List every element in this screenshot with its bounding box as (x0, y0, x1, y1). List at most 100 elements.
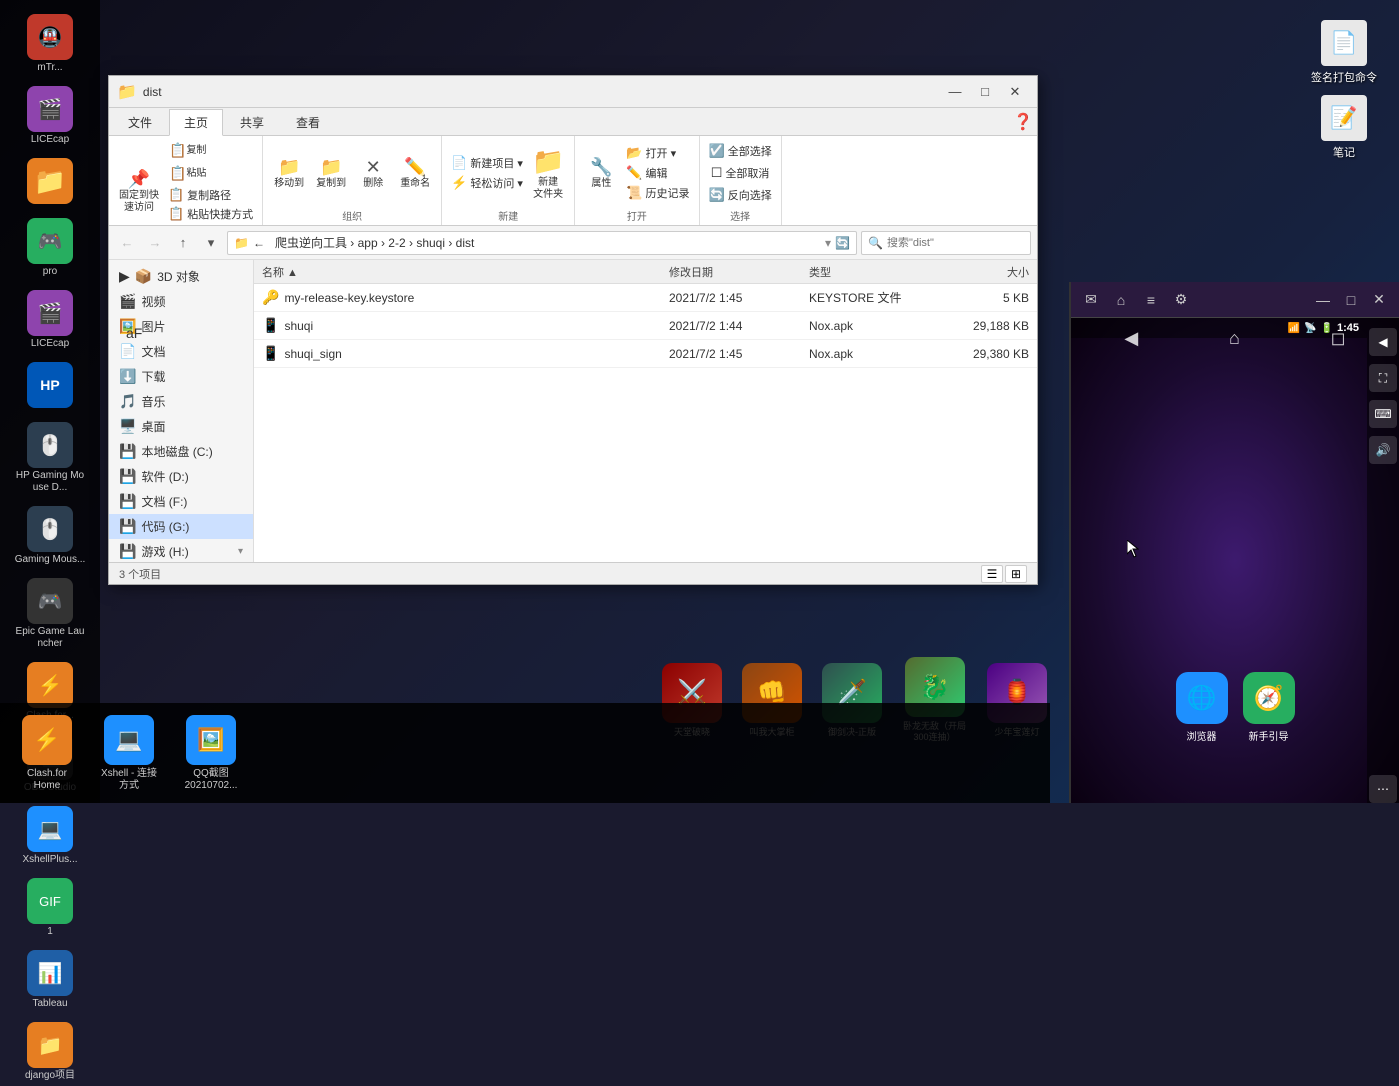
easy-access-button[interactable]: ⚡ 轻松访问 ▾ (448, 174, 526, 192)
delete-button[interactable]: ✕ 删除 (353, 155, 393, 192)
shuqi-type: Nox.apk (809, 319, 929, 333)
nox-close-button[interactable]: ✕ (1367, 288, 1391, 312)
file-row-keystore[interactable]: 🔑 my-release-key.keystore 2021/7/2 1:45 … (254, 284, 1037, 312)
taskbar-icon-gaming2[interactable]: 🖱️ Gaming Mous... (10, 502, 90, 570)
copy-to-button[interactable]: 📁 复制到 (311, 155, 351, 192)
desktop-icon-notes[interactable]: 📝 笔记 (1309, 95, 1379, 160)
taskbar-icon-tableau[interactable]: 📊 Tableau (10, 946, 90, 1014)
address-path[interactable]: 📁 ← 爬虫逆向工具 › app › 2-2 › shuqi › dist ▾ … (227, 231, 857, 255)
taskbar-icon-folder1[interactable]: 📁 (10, 154, 90, 210)
nox-more-button[interactable]: ⋯ (1369, 775, 1397, 803)
taskbar-icon-gif[interactable]: GIF 1 (10, 874, 90, 942)
sidebar-item-local-c[interactable]: 💾 本地磁盘 (C:) (109, 439, 253, 464)
taskbar-icon-licecap1[interactable]: 🎬 LICEcap (10, 82, 90, 150)
nox-app-browser[interactable]: 🌐 浏览器 (1176, 672, 1228, 743)
status-text: 3 个项目 (119, 566, 161, 582)
nox-minimize-button[interactable]: — (1311, 288, 1335, 312)
sidebar-item-code-g[interactable]: 💾 代码 (G:) (109, 514, 253, 539)
taskbar-icon-django[interactable]: 📁 django项目 (10, 1018, 90, 1086)
col-name[interactable]: 名称 ▲ (262, 264, 669, 280)
nox-right-sidebar: ◀ ⛶ ⌨ 🔊 ⋯ (1367, 318, 1399, 803)
new-folder-button[interactable]: 📁 新建文件夹 (528, 144, 568, 203)
tab-home[interactable]: 主页 (169, 109, 223, 136)
close-button[interactable]: ✕ (1001, 81, 1029, 103)
taskbar-icon-licecap2[interactable]: 🎬 LICEcap (10, 286, 90, 354)
file-row-shuqi[interactable]: 📱 shuqi 2021/7/2 1:44 Nox.apk 29,188 KB (254, 312, 1037, 340)
tab-file[interactable]: 文件 (113, 109, 167, 135)
taskbar-icon-hp[interactable]: HP (10, 358, 90, 414)
tab-view[interactable]: 查看 (281, 109, 335, 135)
taskbar-bottom-xshell[interactable]: 💻 Xshell - 连接方式 (90, 711, 168, 796)
col-type[interactable]: 类型 (809, 264, 929, 280)
nox-home-bottom-button[interactable]: ⌂ (1229, 328, 1240, 349)
sidebar-item-image[interactable]: 🖼️ 图片 (109, 314, 253, 339)
up-button[interactable]: ↑ (171, 231, 195, 255)
select-all-button[interactable]: ☑️ 全部选择 (706, 142, 775, 160)
sidebar-item-docs-f[interactable]: 💾 文档 (F:) (109, 489, 253, 514)
help-button[interactable]: ❓ (1013, 112, 1033, 132)
sidebar-item-music[interactable]: 🎵 音乐 (109, 389, 253, 414)
sidebar-item-soft-d[interactable]: 💾 软件 (D:) (109, 464, 253, 489)
nox-expand-button[interactable]: ◀ (1369, 328, 1397, 356)
file-row-shuqi-sign[interactable]: 📱 shuqi_sign 2021/7/2 1:45 Nox.apk 29,38… (254, 340, 1037, 368)
nox-home-icon[interactable]: ⌂ (1109, 288, 1133, 312)
copy-button[interactable]: 📋 复制 (165, 140, 256, 161)
recent-button[interactable]: ▾ (199, 231, 223, 255)
select-none-button[interactable]: ☐ 全部取消 (708, 164, 773, 182)
sidebar-item-download[interactable]: ⬇️ 下载 (109, 364, 253, 389)
search-input[interactable] (887, 237, 1024, 249)
invert-select-button[interactable]: 🔄 反向选择 (706, 186, 775, 204)
large-icons-view-button[interactable]: ⊞ (1005, 565, 1027, 583)
details-view-button[interactable]: ☰ (981, 565, 1003, 583)
ribbon-content: 📌 固定到快速访问 📋 复制 📋 粘贴 📋 复制 (109, 136, 1037, 226)
col-size[interactable]: 大小 (929, 264, 1029, 280)
ribbon-group-new: 📄 新建项目 ▾ ⚡ 轻松访问 ▾ 📁 新建文件夹 新建 (442, 136, 575, 225)
desktop-icon-sign[interactable]: 📄 签名打包命令 (1309, 20, 1379, 85)
refresh-icon[interactable]: 🔄 (835, 236, 850, 250)
shuqi-sign-icon: 📱 (262, 345, 279, 362)
new-item-button[interactable]: 📄 新建项目 ▾ (448, 154, 526, 172)
taskbar-icon-epic[interactable]: 🎮 Epic Game Launcher (10, 574, 90, 654)
minimize-button[interactable]: — (941, 81, 969, 103)
nox-mail-icon[interactable]: ✉ (1079, 288, 1103, 312)
taskbar-bottom-clash[interactable]: ⚡ Clash.forHome (8, 711, 86, 796)
nox-maximize-button[interactable]: □ (1339, 288, 1363, 312)
paste-shortcut-button[interactable]: 📋 粘贴快捷方式 (165, 205, 256, 223)
nox-fullscreen-button[interactable]: ⛶ (1369, 364, 1397, 392)
taskbar-bottom-qq[interactable]: 🖼️ QQ截图20210702... (172, 711, 250, 796)
sidebar-item-desktop[interactable]: 🖥️ 桌面 (109, 414, 253, 439)
taskbar-icon-gaming-mouse[interactable]: 🖱️ HP Gaming Mouse D... (10, 418, 90, 498)
sidebar-item-docs[interactable]: 📄 文档 (109, 339, 253, 364)
path-dropdown-icon: ▾ (825, 236, 831, 250)
sidebar-item-games-h[interactable]: 💾 游戏 (H:) ▾ (109, 539, 253, 562)
history-button[interactable]: 📜 历史记录 (623, 184, 692, 202)
shuqi-icon: 📱 (262, 317, 279, 334)
move-to-button[interactable]: 📁 移动到 (269, 155, 309, 192)
taskbar-icon-pro[interactable]: 🎮 pro (10, 214, 90, 282)
paste-button[interactable]: 📋 粘贴 (165, 163, 256, 184)
taskbar-icon-xshell[interactable]: 💻 XshellPlus... (10, 802, 90, 870)
tab-share[interactable]: 共享 (225, 109, 279, 135)
search-box[interactable]: 🔍 (861, 231, 1031, 255)
edit-button[interactable]: ✏️ 编辑 (623, 164, 692, 182)
nox-keyboard-button[interactable]: ⌨ (1369, 400, 1397, 428)
nox-back-button[interactable]: ◀ (1124, 328, 1138, 349)
open-button[interactable]: 📂 打开 ▾ (623, 144, 692, 162)
nox-menu-icon[interactable]: ≡ (1139, 288, 1163, 312)
nox-volume-button[interactable]: 🔊 (1369, 436, 1397, 464)
rename-button[interactable]: ✏️ 重命名 (395, 155, 435, 192)
nox-app-guide[interactable]: 🧭 新手引导 (1243, 672, 1295, 743)
maximize-button[interactable]: □ (971, 81, 999, 103)
properties-button[interactable]: 🔧 属性 (581, 155, 621, 192)
forward-button[interactable]: → (143, 231, 167, 255)
pin-to-quick-access-button[interactable]: 📌 固定到快速访问 (115, 167, 163, 216)
col-date[interactable]: 修改日期 (669, 264, 809, 280)
copy-path-button[interactable]: 📋 复制路径 (165, 186, 256, 204)
nox-recent-button[interactable]: ◻ (1331, 328, 1346, 349)
sidebar-item-3d[interactable]: ▶ 📦 3D 对象 (109, 264, 253, 289)
sidebar-item-video[interactable]: 🎬 视频 (109, 289, 253, 314)
taskbar-icon-mtr[interactable]: 🚇 mTr... (10, 10, 90, 78)
nox-settings-icon[interactable]: ⚙ (1169, 288, 1193, 312)
back-button[interactable]: ← (115, 231, 139, 255)
window-controls: — □ ✕ (941, 81, 1029, 103)
